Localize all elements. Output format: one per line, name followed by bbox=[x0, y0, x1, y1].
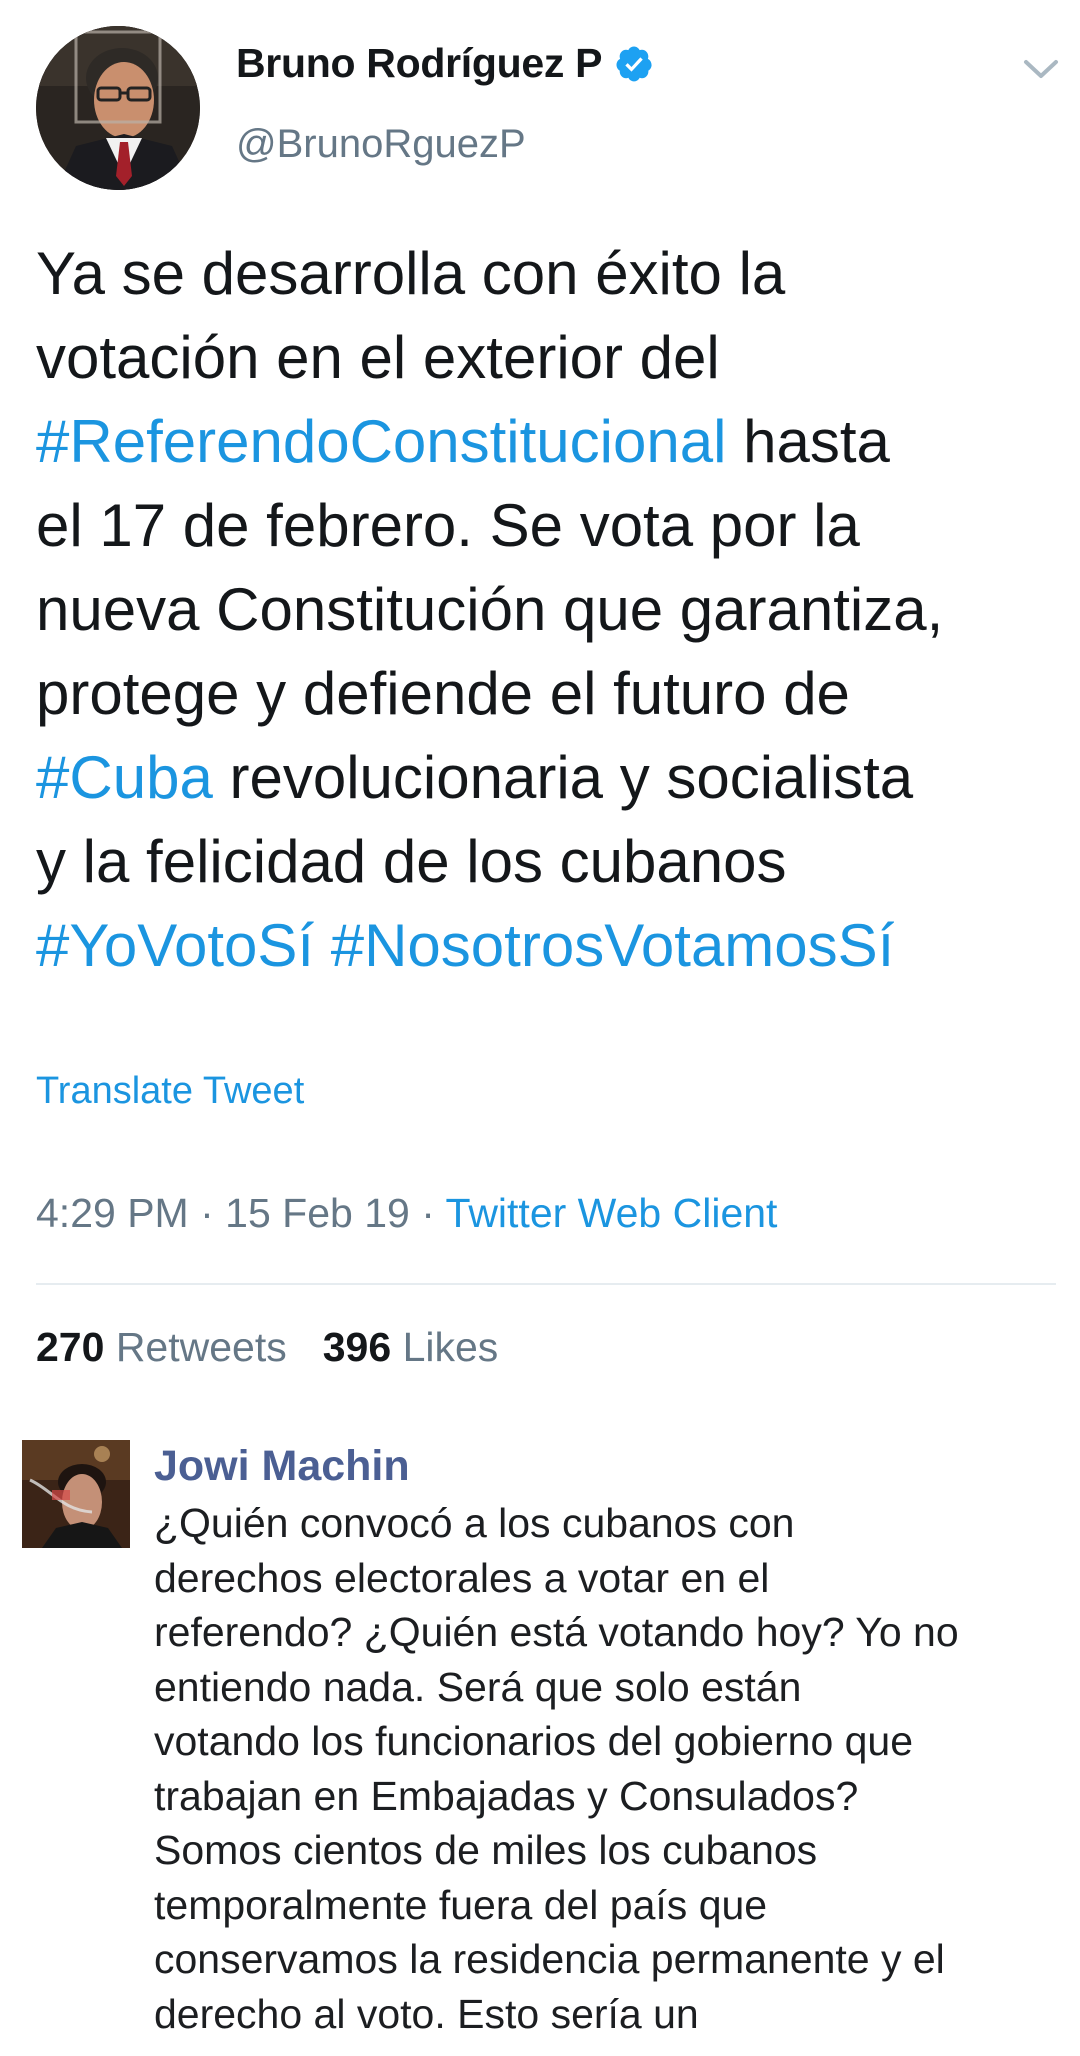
comment-text-line: trabajan en Embajadas y Consulados? bbox=[154, 1772, 859, 1819]
tweet-text-line: nueva Constitución que garantiza, bbox=[36, 568, 1066, 652]
tweet-meta: 4:29 PM · 15 Feb 19 · Twitter Web Client bbox=[36, 1190, 777, 1237]
comment-text-line: ¿Quién convocó a los cubanos con bbox=[154, 1500, 795, 1546]
verified-badge-icon bbox=[616, 46, 652, 81]
tweet-text-line: #Cuba revolucionaria y socialista bbox=[36, 736, 1066, 820]
commenter-avatar[interactable] bbox=[22, 1440, 130, 1548]
tweet-text-segment bbox=[314, 912, 331, 979]
comment-text: ¿Quién convocó a los cubanos con derechos… bbox=[154, 1496, 1074, 2041]
tweet-text-segment: votación en el exterior del bbox=[36, 324, 720, 391]
hashtag-link[interactable]: #NosotrosVotamosSí bbox=[331, 912, 895, 979]
tweet-date: 15 Feb 19 bbox=[225, 1190, 410, 1236]
comment-text-line: entiendo nada. Será que solo están bbox=[154, 1663, 802, 1710]
retweets-stat[interactable]: 270 Retweets bbox=[36, 1324, 287, 1370]
comment-text-line: votando los funcionarios del gobierno qu… bbox=[154, 1718, 914, 1764]
tweet-text-segment: y la felicidad de los cubanos bbox=[36, 828, 787, 895]
meta-separator: · bbox=[200, 1190, 214, 1236]
tweet-stats: 270 Retweets 396 Likes bbox=[36, 1324, 498, 1371]
tweet-text-segment: el 17 de febrero. Se vota por la bbox=[36, 492, 860, 559]
tweet-text-segment: hasta bbox=[726, 408, 890, 475]
meta-separator: · bbox=[421, 1190, 435, 1236]
author-handle[interactable]: @BrunoRguezP bbox=[236, 122, 526, 167]
tweet-text-line: Ya se desarrolla con éxito la bbox=[36, 232, 1066, 316]
comment-text-line: derecho al voto. Esto sería un bbox=[154, 1990, 699, 2037]
divider bbox=[36, 1283, 1056, 1285]
hashtag-link[interactable]: #Cuba bbox=[36, 744, 213, 811]
tweet-text-line: #YoVotoSí #NosotrosVotamosSí bbox=[36, 904, 1066, 988]
tweet-text-line: protege y defiende el futuro de bbox=[36, 652, 1066, 736]
tweet-text-segment: Ya se desarrolla con éxito la bbox=[36, 240, 786, 307]
author-name-text: Bruno Rodríguez P bbox=[236, 40, 603, 86]
tweet-text: Ya se desarrolla con éxito la votación en… bbox=[36, 232, 1066, 988]
tweet-client-link[interactable]: Twitter Web Client bbox=[446, 1190, 778, 1236]
author-avatar[interactable] bbox=[36, 26, 200, 190]
tweet-text-line: #ReferendoConstitucional hasta bbox=[36, 400, 1066, 484]
retweets-label: Retweets bbox=[115, 1324, 287, 1370]
comment-text-line: referendo? ¿Quién está votando hoy? Yo n… bbox=[154, 1609, 959, 1655]
author-name[interactable]: Bruno Rodríguez P bbox=[236, 40, 654, 87]
commenter-name[interactable]: Jowi Machin bbox=[154, 1442, 410, 1491]
comment-text-line: Somos cientos de miles los cubanos bbox=[154, 1827, 818, 1873]
likes-count: 396 bbox=[322, 1324, 392, 1370]
tweet-text-segment: revolucionaria y socialista bbox=[212, 744, 914, 811]
comment-text-line: temporalmente fuera del país que bbox=[154, 1881, 768, 1928]
author-photo bbox=[36, 26, 200, 190]
commenter-photo bbox=[22, 1440, 130, 1548]
retweets-count: 270 bbox=[36, 1324, 105, 1370]
likes-label: Likes bbox=[402, 1324, 499, 1370]
hashtag-link[interactable]: #YoVotoSí bbox=[36, 912, 314, 979]
translate-tweet-link[interactable]: Translate Tweet bbox=[36, 1070, 304, 1113]
tweet-time: 4:29 PM bbox=[36, 1190, 189, 1236]
tweet-text-segment: protege y defiende el futuro de bbox=[36, 660, 850, 727]
tweet-text-segment: nueva Constitución que garantiza, bbox=[36, 576, 944, 643]
comment-text-line: derechos electorales a votar en el bbox=[154, 1554, 770, 1601]
comment-text-line: conservamos la residencia permanente y e… bbox=[154, 1936, 945, 1982]
likes-stat[interactable]: 396 Likes bbox=[323, 1324, 499, 1370]
tweet-text-line: y la felicidad de los cubanos bbox=[36, 820, 1066, 904]
chevron-down-icon[interactable] bbox=[1020, 54, 1062, 84]
tweet-text-line: votación en el exterior del bbox=[36, 316, 1066, 400]
tweet: Bruno Rodríguez P @BrunoRguezP Ya se des… bbox=[0, 0, 1080, 1400]
tweet-text-line: el 17 de febrero. Se vota por la bbox=[36, 484, 1066, 568]
hashtag-link[interactable]: #ReferendoConstitucional bbox=[36, 408, 726, 475]
